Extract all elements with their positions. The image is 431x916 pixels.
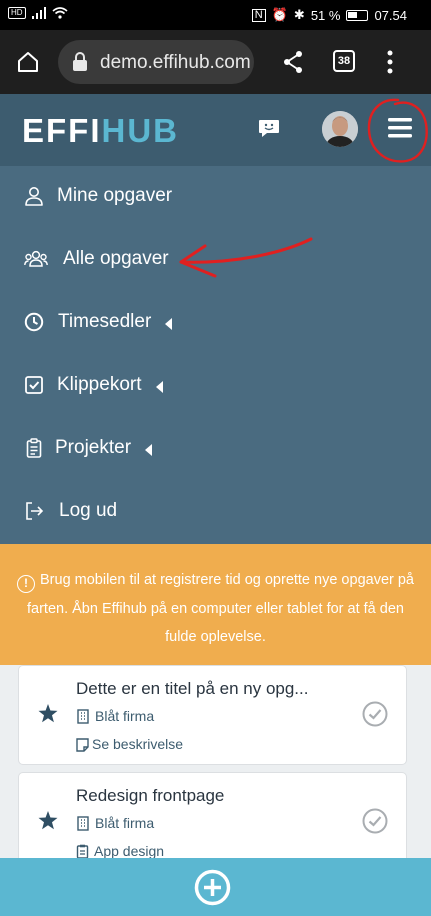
status-bar: HD N ⏰ ✱ 51 % 07.54 bbox=[0, 0, 431, 30]
wifi-icon bbox=[52, 7, 68, 19]
note-icon bbox=[76, 738, 89, 752]
task-company: Blåt firma bbox=[76, 815, 154, 831]
address-bar[interactable]: demo.effihub.com bbox=[58, 40, 254, 84]
signal-icon bbox=[31, 7, 46, 19]
url-text: demo.effihub.com bbox=[100, 52, 250, 73]
task-detail-text: App design bbox=[94, 843, 165, 859]
nav-menu: Mine opgaver Alle opgaver Timesedler Kli… bbox=[0, 166, 431, 544]
expand-caret-icon bbox=[145, 444, 152, 456]
check-square-icon bbox=[25, 376, 43, 394]
clock-time: 07.54 bbox=[374, 7, 407, 23]
menu-item-mine-opgaver[interactable]: Mine opgaver bbox=[0, 166, 431, 229]
complete-check-icon[interactable] bbox=[362, 808, 388, 834]
hamburger-menu-icon[interactable] bbox=[388, 118, 412, 138]
task-card[interactable]: Dette er en titel på en ny opg... Blåt f… bbox=[18, 665, 407, 765]
building-icon bbox=[77, 816, 89, 831]
menu-item-klippekort[interactable]: Klippekort bbox=[0, 355, 431, 418]
nfc-icon: N bbox=[251, 8, 266, 22]
browser-toolbar: demo.effihub.com 38 bbox=[0, 30, 431, 94]
logo-part1: EFFI bbox=[22, 112, 102, 149]
status-right: N ⏰ ✱ 51 % 07.54 bbox=[251, 7, 407, 23]
menu-item-timesedler[interactable]: Timesedler bbox=[0, 292, 431, 355]
logo-part2: HUB bbox=[101, 112, 179, 149]
task-title: Dette er en titel på en ny opg... bbox=[76, 679, 309, 698]
user-avatar[interactable] bbox=[322, 111, 358, 147]
expand-caret-icon bbox=[165, 318, 172, 330]
task-company-name: Blåt firma bbox=[95, 708, 155, 724]
share-icon[interactable] bbox=[282, 50, 304, 74]
add-task-plus-icon[interactable] bbox=[194, 869, 231, 906]
menu-item-label: Mine opgaver bbox=[57, 185, 173, 206]
task-detail-text: Se beskrivelse bbox=[92, 736, 184, 752]
task-title: Redesign frontpage bbox=[76, 786, 225, 805]
menu-item-projekter[interactable]: Projekter bbox=[0, 418, 431, 481]
notice-paragraph: ! Brug mobilen til at registrere tid og o… bbox=[14, 566, 417, 652]
info-notice: ! Brug mobilen til at registrere tid og o… bbox=[0, 544, 431, 665]
tab-switcher-button[interactable]: 38 bbox=[333, 50, 355, 72]
menu-item-label: Log ud bbox=[59, 500, 118, 521]
task-card[interactable]: Redesign frontpage Blåt firma App design bbox=[18, 772, 407, 872]
more-vertical-icon[interactable] bbox=[386, 50, 394, 74]
notice-text: Brug mobilen til at registrere tid og op… bbox=[27, 572, 414, 645]
task-detail[interactable]: Se beskrivelse bbox=[76, 736, 183, 752]
users-icon bbox=[24, 250, 48, 267]
menu-item-label: Klippekort bbox=[57, 374, 142, 395]
task-company: Blåt firma bbox=[76, 708, 154, 724]
battery-percent: 51 % bbox=[310, 7, 341, 23]
menu-item-label: Timesedler bbox=[58, 311, 152, 332]
menu-item-log-ud[interactable]: Log ud bbox=[0, 481, 431, 544]
star-icon[interactable] bbox=[38, 704, 58, 723]
alarm-icon: ⏰ bbox=[271, 7, 288, 22]
app-header: EFFIHUB bbox=[0, 94, 431, 166]
clipboard-icon bbox=[26, 438, 42, 458]
expand-caret-icon bbox=[156, 381, 163, 393]
logout-icon bbox=[26, 502, 44, 520]
bottom-action-bar bbox=[0, 858, 431, 916]
menu-item-label: Alle opgaver bbox=[63, 248, 169, 269]
effihub-logo[interactable]: EFFIHUB bbox=[22, 112, 179, 150]
bluetooth-icon: ✱ bbox=[293, 7, 305, 22]
clipboard-icon bbox=[76, 844, 89, 859]
task-company-name: Blåt firma bbox=[95, 815, 155, 831]
user-icon bbox=[25, 187, 43, 206]
battery-icon bbox=[346, 9, 369, 21]
clock-icon bbox=[24, 312, 44, 332]
menu-item-label: Projekter bbox=[55, 437, 132, 458]
menu-item-alle-opgaver[interactable]: Alle opgaver bbox=[0, 229, 431, 292]
task-detail: App design bbox=[76, 843, 164, 859]
building-icon bbox=[77, 709, 89, 724]
lock-icon bbox=[73, 52, 87, 71]
complete-check-icon[interactable] bbox=[362, 701, 388, 727]
chat-feedback-icon[interactable] bbox=[258, 119, 280, 139]
status-left: HD bbox=[8, 7, 68, 19]
info-icon: ! bbox=[17, 575, 35, 593]
star-icon[interactable] bbox=[38, 811, 58, 830]
hd-badge: HD bbox=[8, 7, 26, 19]
home-icon[interactable] bbox=[16, 50, 40, 74]
